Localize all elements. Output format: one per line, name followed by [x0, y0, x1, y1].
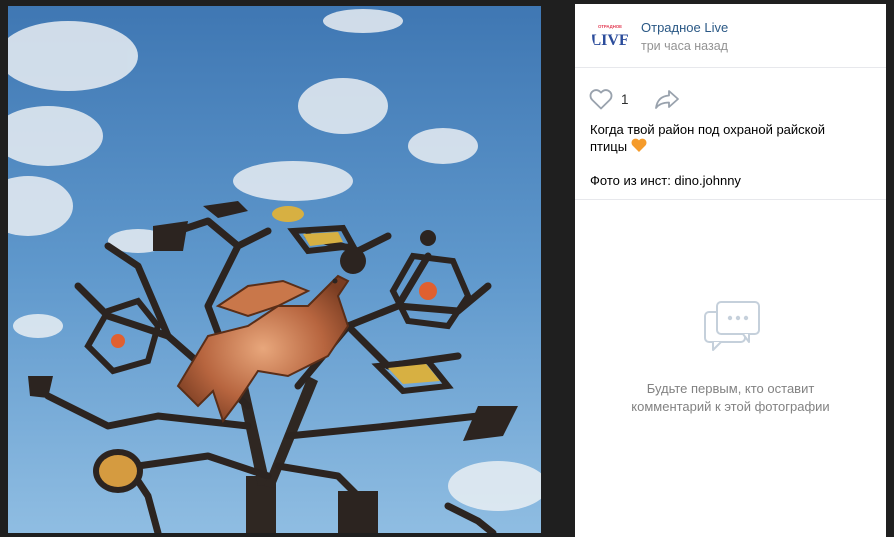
orange-heart-icon — [631, 138, 647, 157]
post-author-header: ОТРАДНОЕ LIVE Отрадное Live три часа наз… — [575, 4, 886, 68]
avatar-logo-main-text: LIVE — [592, 32, 628, 49]
sculpture-photo-image — [8, 6, 541, 533]
speech-bubble-icon — [703, 301, 760, 351]
post-photo[interactable] — [8, 6, 541, 533]
empty-comments-text: Будьте первым, кто оставит комментарий к… — [575, 380, 886, 416]
like-count: 1 — [621, 91, 629, 107]
avatar-logo-top-text: ОТРАДНОЕ — [598, 24, 622, 29]
share-arrow-icon — [655, 90, 679, 109]
share-button[interactable] — [653, 87, 681, 111]
photo-credit: Фото из инст: dino.johnny — [590, 173, 741, 188]
author-avatar[interactable]: ОТРАДНОЕ LIVE — [592, 18, 628, 54]
empty-comments-line-2: комментарий к этой фотографии — [631, 399, 830, 414]
like-button[interactable]: 1 — [589, 87, 629, 111]
avatar-logo-image: ОТРАДНОЕ LIVE — [592, 18, 628, 54]
photo-viewer: ОТРАДНОЕ LIVE Отрадное Live три часа наз… — [0, 0, 894, 537]
heart-outline-icon — [589, 89, 613, 110]
caption-line-2-text: птицы — [590, 139, 628, 154]
empty-comments-placeholder: Будьте первым, кто оставит комментарий к… — [575, 300, 886, 416]
post-timestamp[interactable]: три часа назад — [641, 39, 728, 53]
author-name-link[interactable]: Отрадное Live — [641, 20, 728, 35]
post-actions-and-caption: 1 Когда твой район под охраной райской п… — [575, 67, 886, 200]
post-info-panel: ОТРАДНОЕ LIVE Отрадное Live три часа наз… — [575, 4, 886, 537]
caption-line-1: Когда твой район под охраной райской — [590, 122, 826, 137]
post-caption: Когда твой район под охраной райской пти… — [590, 121, 870, 157]
caption-line-2: птицы — [590, 138, 870, 157]
empty-comments-line-1: Будьте первым, кто оставит — [646, 381, 815, 396]
